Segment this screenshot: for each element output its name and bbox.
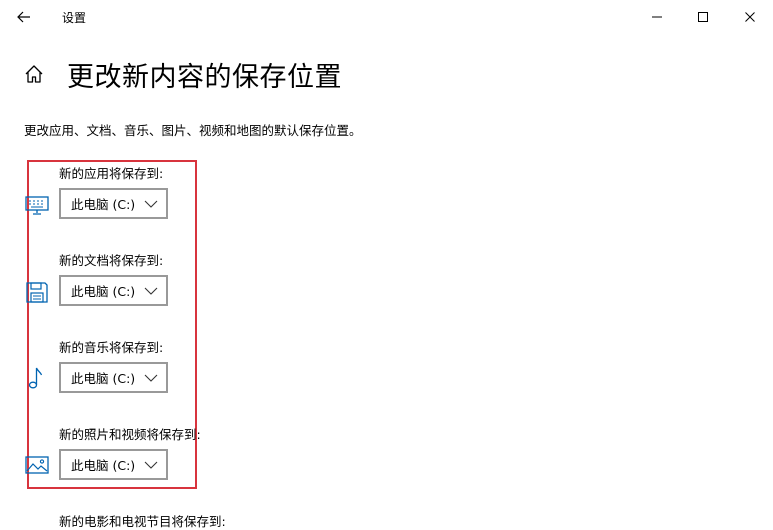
picture-icon (24, 452, 50, 478)
apps-save-label: 新的应用将保存到: (59, 166, 164, 181)
photos-save-label: 新的照片和视频将保存到: (59, 427, 201, 442)
music-save-label: 新的音乐将保存到: (59, 340, 164, 355)
apps-location-dropdown[interactable]: 此电脑 (C:) (59, 188, 168, 219)
back-arrow-icon (17, 11, 30, 23)
page-description: 更改应用、文档、音乐、图片、视频和地图的默认保存位置。 (24, 123, 362, 138)
chevron-down-icon (144, 287, 158, 295)
chevron-down-icon (144, 374, 158, 382)
apps-location-value: 此电脑 (C:) (71, 197, 136, 212)
app-title: 设置 (62, 11, 87, 25)
page-title: 更改新内容的保存位置 (67, 62, 342, 93)
documents-location-value: 此电脑 (C:) (71, 284, 136, 299)
photos-location-dropdown[interactable]: 此电脑 (C:) (59, 449, 168, 480)
minimize-button[interactable] (634, 0, 680, 34)
back-button[interactable] (10, 6, 38, 28)
music-note-icon (24, 365, 50, 391)
close-button[interactable] (727, 0, 773, 34)
monitor-icon (24, 192, 50, 218)
document-drive-icon (24, 279, 50, 305)
movies-save-label: 新的电影和电视节目将保存到: (59, 514, 226, 529)
minimize-icon (652, 16, 662, 18)
documents-save-label: 新的文档将保存到: (59, 253, 164, 268)
chevron-down-icon (144, 461, 158, 469)
title-bar: 设置 (0, 0, 773, 34)
home-button[interactable] (23, 63, 45, 85)
documents-location-dropdown[interactable]: 此电脑 (C:) (59, 275, 168, 306)
home-icon (25, 65, 43, 83)
music-location-dropdown[interactable]: 此电脑 (C:) (59, 362, 168, 393)
maximize-button[interactable] (680, 0, 726, 34)
close-icon (745, 12, 755, 22)
chevron-down-icon (144, 200, 158, 208)
music-location-value: 此电脑 (C:) (71, 371, 136, 386)
maximize-icon (698, 12, 708, 22)
photos-location-value: 此电脑 (C:) (71, 458, 136, 473)
